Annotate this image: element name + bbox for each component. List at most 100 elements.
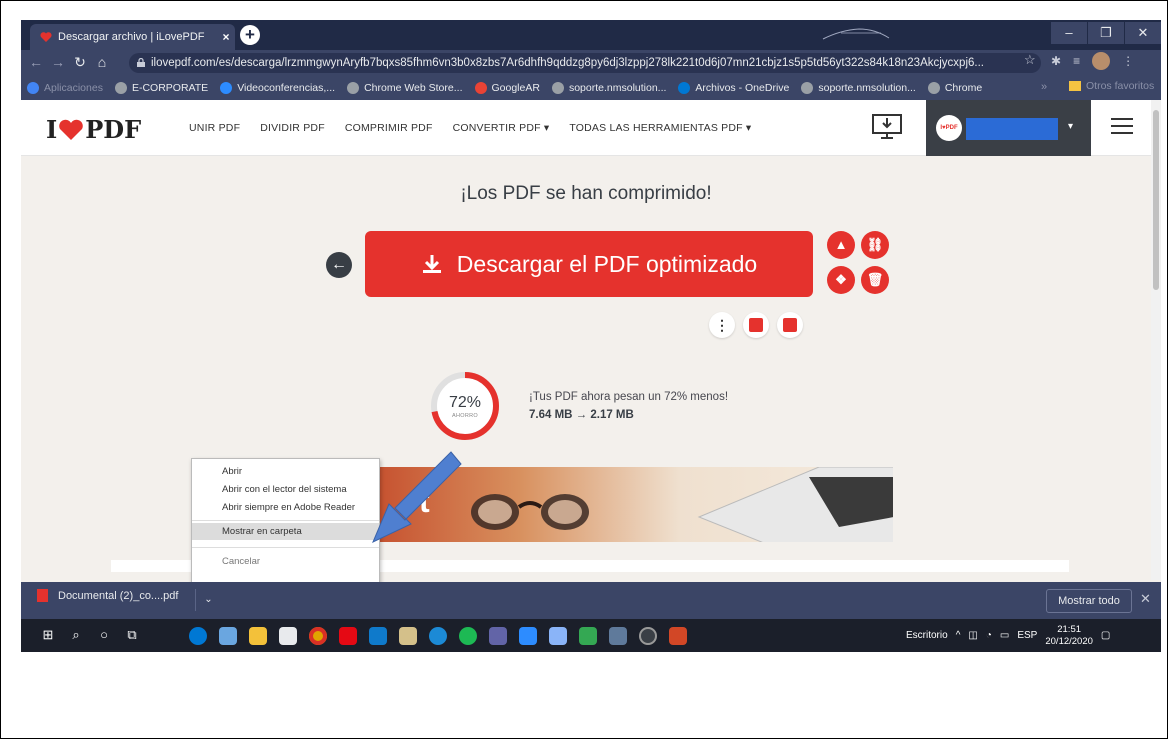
bookmark-item[interactable]: soporte.nmsolution... [551, 82, 666, 94]
bookmark-favicon-icon [801, 82, 814, 94]
active-tab[interactable]: Descargar archivo | iLovePDF × [30, 24, 235, 50]
file-explorer-icon[interactable] [249, 627, 267, 645]
close-window-button[interactable]: ✕ [1125, 22, 1161, 44]
download-button[interactable]: Descargar el PDF optimizado [365, 231, 813, 297]
dropbox-icon[interactable]: ❖ [827, 266, 855, 294]
close-shelf-icon[interactable]: ✕ [1140, 591, 1151, 607]
show-all-button[interactable]: Mostrar todo [1046, 589, 1132, 613]
language-indicator[interactable]: ESP [1017, 630, 1037, 641]
clock[interactable]: 21:51 20/12/2020 [1045, 624, 1093, 648]
app-icon-2[interactable] [549, 627, 567, 645]
heart-icon [59, 119, 83, 140]
more-options-icon[interactable]: ⋮ [709, 312, 735, 338]
new-tab-button[interactable]: + [240, 25, 260, 45]
calculator-icon[interactable] [609, 627, 627, 645]
profile-avatar-icon[interactable] [1092, 52, 1111, 70]
delete-trash-icon[interactable]: 🗑 [861, 266, 889, 294]
netflix-icon[interactable] [339, 627, 357, 645]
nav-convertir-pdf[interactable]: CONVERTIR PDF ▾ [453, 122, 550, 134]
wifi-icon[interactable]: ◔ [986, 630, 992, 641]
scrollbar-thumb[interactable] [1153, 110, 1159, 290]
context-menu-item[interactable]: Abrir con el lector del sistema [192, 481, 379, 498]
context-menu-item[interactable]: Abrir siempre en Adobe Reader [192, 499, 379, 516]
tab-bar: Descargar archivo | iLovePDF × + – ❐ ✕ [21, 20, 1161, 50]
download-item[interactable]: Documental (2)_co....pdf [37, 589, 178, 602]
bookmark-item[interactable]: soporte.nmsolution... [801, 82, 916, 94]
page-title: ¡Los PDF se han comprimido! [460, 183, 712, 204]
compress-tool-icon[interactable] [743, 312, 769, 338]
share-link-icon[interactable]: ⛓ [861, 231, 889, 259]
merge-tool-icon[interactable] [777, 312, 803, 338]
google-drive-icon[interactable]: ▲ [827, 231, 855, 259]
page-scrollbar[interactable] [1151, 100, 1161, 580]
app-icon-4[interactable] [639, 627, 657, 645]
chevron-down-icon: ▾ [1068, 121, 1074, 132]
tab-close-icon[interactable]: × [217, 30, 235, 44]
bookmark-label: E-CORPORATE [131, 82, 209, 94]
logo-text: PDF [85, 115, 142, 144]
search-icon[interactable]: ⌕ [67, 627, 85, 643]
maximize-button[interactable]: ❐ [1088, 22, 1124, 44]
forward-arrow-icon[interactable]: → [49, 54, 67, 70]
bookmarks-bar: Aplicaciones E-CORPORATE Videoconferencias… [21, 76, 1161, 100]
bookmark-item[interactable]: Videoconferencias,... [220, 82, 335, 94]
other-bookmarks[interactable]: Otros favoritos [1069, 80, 1154, 92]
nav-dividir-pdf[interactable]: DIVIDIR PDF [260, 122, 325, 134]
edge-icon[interactable] [189, 627, 207, 645]
extensions-puzzle-icon[interactable]: ✱ [1051, 54, 1061, 70]
teams-icon[interactable] [489, 627, 507, 645]
context-menu-item[interactable]: Mostrar en carpeta [192, 523, 379, 540]
menu-dots-icon[interactable]: ⋮ [1122, 54, 1134, 70]
windows-start-icon[interactable]: ⊞ [39, 627, 57, 643]
bookmark-item[interactable]: Aplicaciones [27, 82, 103, 94]
store-icon[interactable] [279, 627, 297, 645]
cortana-icon[interactable]: ○ [95, 627, 113, 642]
internet-explorer-icon[interactable] [429, 627, 447, 645]
nav-unir-pdf[interactable]: UNIR PDF [189, 122, 240, 134]
mail-icon[interactable] [369, 627, 387, 645]
lock-icon [137, 58, 145, 67]
minimize-button[interactable]: – [1051, 22, 1087, 44]
app-icon-3[interactable] [579, 627, 597, 645]
tray-chevron-icon[interactable]: ^ [956, 630, 961, 641]
desktop-download-icon[interactable] [871, 113, 903, 141]
address-bar[interactable]: ilovepdf.com/es/descarga/lrzmmgwynAryfb7… [129, 53, 1041, 73]
chrome-icon[interactable] [309, 627, 327, 645]
notes-icon[interactable] [399, 627, 417, 645]
spotify-icon[interactable] [459, 627, 477, 645]
bookmark-item[interactable]: Chrome Web Store... [347, 82, 463, 94]
nav-comprimir-pdf[interactable]: COMPRIMIR PDF [345, 122, 433, 134]
user-menu[interactable]: I♥PDF ▾ [926, 100, 1091, 156]
download-label: Descargar el PDF optimizado [456, 250, 758, 277]
context-menu-item[interactable]: Cancelar [192, 553, 379, 570]
task-view-icon[interactable]: ⧉ [123, 627, 141, 643]
bookmark-item[interactable]: Archivos - OneDrive [678, 82, 789, 94]
reading-list-icon[interactable]: ≡ [1073, 54, 1080, 70]
desktop-toolbar-label[interactable]: Escritorio [906, 630, 948, 641]
hamburger-menu-icon[interactable] [1111, 118, 1133, 136]
context-menu-item[interactable]: Abrir [192, 463, 379, 480]
ilovepdf-logo[interactable]: I PDF [46, 115, 141, 144]
bookmarks-overflow-icon[interactable]: » [1041, 81, 1047, 93]
notifications-icon[interactable]: ▢ [1101, 630, 1110, 641]
bookmark-item[interactable]: E-CORPORATE [114, 82, 209, 94]
result-text: ¡Tus PDF ahora pesan un 72% menos! [529, 391, 729, 403]
back-button[interactable]: ← [326, 252, 352, 278]
app-icon[interactable] [219, 627, 237, 645]
powerpoint-icon[interactable] [669, 627, 687, 645]
bookmark-favicon-icon [678, 82, 691, 94]
bookmark-star-icon[interactable]: ☆ [1024, 52, 1036, 68]
network-icon[interactable]: ◫ [968, 630, 977, 641]
back-arrow-icon[interactable]: ← [27, 54, 45, 70]
zoom-icon[interactable] [519, 627, 537, 645]
nav-todas-herramientas[interactable]: TODAS LAS HERRAMIENTAS PDF ▾ [569, 122, 751, 134]
home-icon[interactable]: ⌂ [93, 54, 111, 70]
battery-icon[interactable]: ▭ [1000, 630, 1009, 641]
download-options-button[interactable]: ⌄ [195, 589, 221, 611]
reload-icon[interactable]: ↻ [71, 54, 89, 71]
bookmark-favicon-icon [474, 82, 487, 94]
bookmark-item[interactable]: Chrome [927, 82, 982, 94]
bookmark-favicon-icon [927, 82, 940, 94]
clock-date: 20/12/2020 [1045, 635, 1093, 647]
bookmark-item[interactable]: GoogleAR [474, 82, 540, 94]
